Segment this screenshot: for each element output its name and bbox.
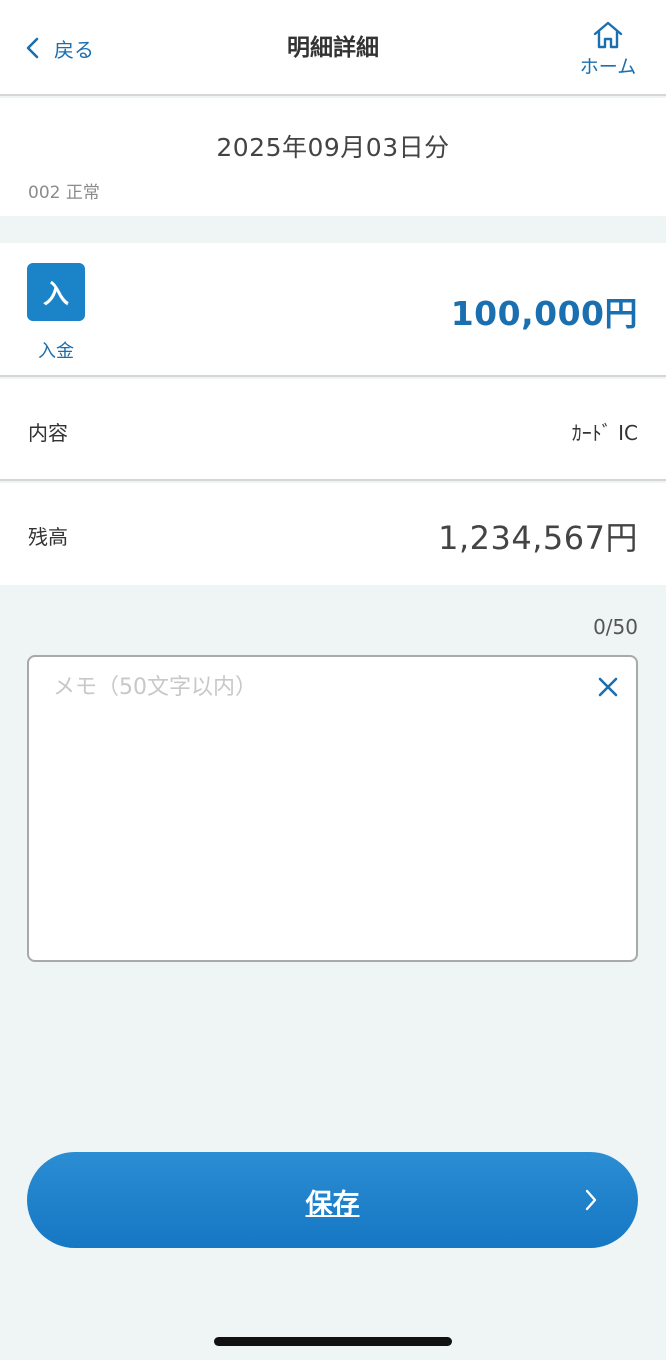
- save-label: 保存: [305, 1189, 360, 1220]
- content-label: 内容: [28, 421, 68, 445]
- memo-field: [27, 655, 638, 962]
- home-button[interactable]: ホーム: [576, 20, 640, 80]
- memo-input[interactable]: [53, 669, 593, 939]
- home-indicator: [214, 1337, 452, 1346]
- chevron-right-icon: [585, 1189, 597, 1211]
- deposit-badge: 入: [27, 263, 85, 321]
- content-row: 内容 ｶｰﾄﾞ IC: [0, 379, 666, 481]
- transaction-type-label: 入金: [38, 341, 74, 362]
- memo-char-counter: 0/50: [593, 615, 638, 639]
- save-button[interactable]: 保存: [27, 1152, 638, 1248]
- balance-label: 残高: [28, 525, 68, 549]
- statement-header: 2025年09月03日分 002 正常: [0, 98, 666, 216]
- clear-icon[interactable]: [596, 675, 620, 699]
- statement-date: 2025年09月03日分: [216, 133, 450, 162]
- content-value: ｶｰﾄﾞ IC: [571, 421, 638, 445]
- page-title: 明細詳細: [287, 35, 379, 61]
- transaction-amount: 100,000円: [450, 294, 638, 333]
- account-info: 002 正常: [28, 183, 100, 203]
- transaction-summary: 入 入金 100,000円: [0, 243, 666, 377]
- balance-value: 1,234,567円: [438, 519, 638, 557]
- home-icon: [593, 21, 623, 49]
- app-header: 戻る 明細詳細 ホーム: [0, 0, 666, 96]
- balance-row: 残高 1,234,567円: [0, 483, 666, 585]
- home-label: ホーム: [579, 56, 637, 78]
